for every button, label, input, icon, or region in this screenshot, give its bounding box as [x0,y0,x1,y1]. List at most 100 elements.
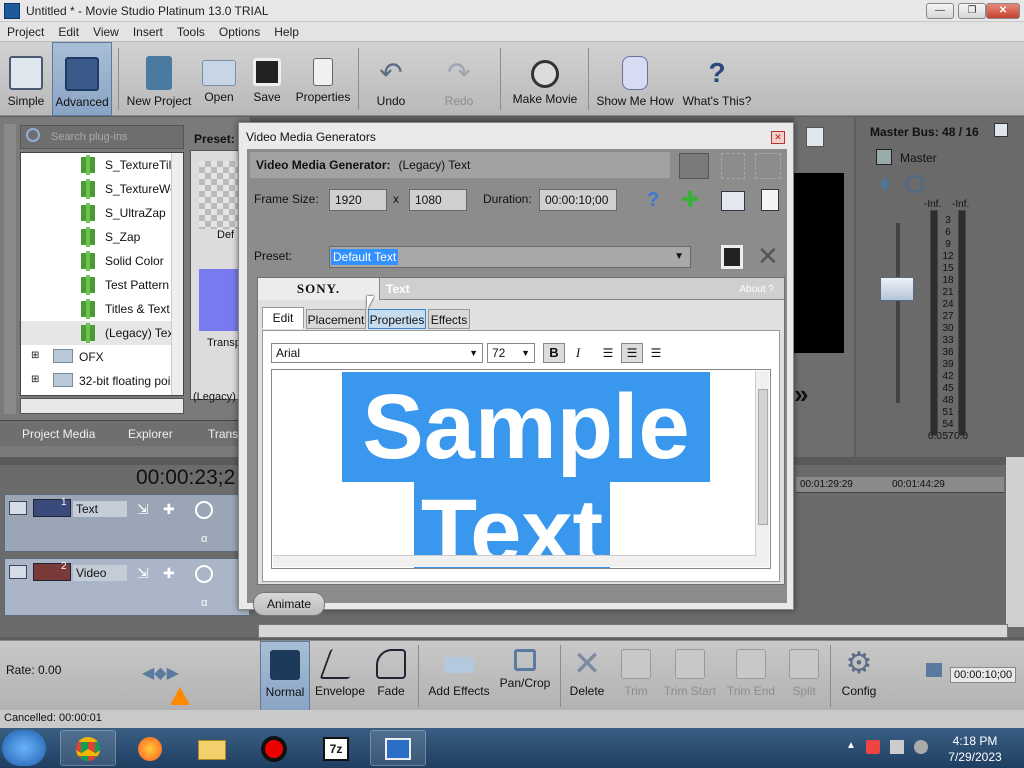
tree-scrollbar[interactable] [171,153,183,395]
font-size-dropdown[interactable]: 72 ▼ [487,343,535,363]
track-alpha-icon[interactable]: α [201,533,207,545]
start-button[interactable] [2,730,46,766]
track-name[interactable]: Video [73,565,127,581]
master-bus-menu-icon[interactable] [994,123,1008,137]
layout-view-3-icon[interactable] [755,153,781,179]
insert-fx-icon[interactable]: ✚ [878,175,898,194]
dialog-close-button[interactable]: ✕ [771,131,785,144]
shuttle-icon[interactable]: ◀◆▶ [142,663,179,683]
properties-page-icon[interactable] [761,189,779,211]
scroll-thumb[interactable] [758,389,768,525]
tab-effects[interactable]: Effects [428,309,470,329]
tree-item-s-texturetile[interactable]: S_TextureTile [21,153,178,177]
text-canvas[interactable]: Sample Text [271,369,771,569]
expand-icon[interactable]: ⊞ [31,350,39,361]
copy-snapshot-icon[interactable] [806,127,824,147]
master-fader[interactable] [880,277,914,301]
menu-view[interactable]: View [86,22,126,39]
tab-transitions[interactable]: Transi [208,427,241,441]
advanced-button[interactable]: Advanced [52,42,112,116]
tree-folder-32-bit[interactable]: ⊞ 32-bit floating point [21,369,180,393]
trim-start-button[interactable]: Trim Start [662,641,718,711]
pane-gripper[interactable] [4,124,16,414]
help-icon[interactable]: ? [647,189,659,212]
chain-icon[interactable] [721,191,745,211]
chrome-taskbar-icon[interactable] [60,730,116,766]
envelope-button[interactable]: Envelope [314,641,366,711]
menu-edit[interactable]: Edit [51,22,86,39]
save-preset-icon[interactable] [721,245,743,269]
redo-button[interactable]: ↷ Redo [438,42,480,116]
about-link[interactable]: About ? [740,284,774,295]
rate-slider-thumb[interactable] [170,687,190,705]
menu-project[interactable]: Project [0,22,51,39]
tray-volume-icon[interactable] [914,740,928,754]
trim-end-button[interactable]: Trim End [724,641,778,711]
frame-width-input[interactable]: 1920 [329,189,387,211]
track-text[interactable]: 1 Text ⇲ ✚ α [4,494,250,552]
show-me-how-button[interactable]: Show Me How [594,42,676,116]
maximize-button[interactable]: ❐ [958,3,986,19]
new-project-button[interactable]: New Project [124,42,194,116]
tree-item-s-zap[interactable]: S_Zap [21,225,171,249]
delete-button[interactable]: ✕ Delete [566,641,608,711]
normal-edit-button[interactable]: Normal [260,641,310,711]
add-effects-button[interactable]: Add Effects [426,641,492,711]
italic-button[interactable]: I [567,343,589,363]
menu-tools[interactable]: Tools [170,22,212,39]
tab-project-media[interactable]: Project Media [22,427,95,441]
tray-network-icon[interactable] [890,740,904,754]
make-movie-button[interactable]: Make Movie [508,42,582,116]
track-mute-icon[interactable] [195,565,213,583]
7zip-taskbar-icon[interactable]: 7z [308,730,364,766]
firefox-taskbar-icon[interactable] [122,730,178,766]
track-mute-icon[interactable] [195,501,213,519]
align-left-icon[interactable]: ☰ [597,343,619,363]
undo-button[interactable]: ↶ Undo [370,42,412,116]
canvas-hscrollbar[interactable] [273,555,757,567]
align-right-icon[interactable]: ☰ [645,343,667,363]
add-plugin-icon[interactable]: ✚ [681,187,699,213]
tab-explorer[interactable]: Explorer [128,427,173,441]
tab-edit[interactable]: Edit [262,307,304,329]
expand-icon[interactable]: ⊞ [31,374,39,385]
align-center-icon[interactable]: ☰ [621,343,643,363]
layout-view-1-icon[interactable] [679,153,709,179]
track-alpha-icon[interactable]: α [201,597,207,609]
simple-button[interactable]: Simple [4,42,48,116]
menu-options[interactable]: Options [212,22,267,39]
open-button[interactable]: Open [200,42,238,116]
properties-button[interactable]: Properties [294,42,352,116]
track-motion-icon[interactable]: ⇲ [137,565,149,582]
track-name[interactable]: Text [73,501,127,517]
duration-input[interactable]: 00:00:10;00 [539,189,617,211]
trim-button[interactable]: Trim [614,641,658,711]
fade-button[interactable]: Fade [370,641,412,711]
timeline-hscrollbar[interactable] [258,624,1008,638]
play-next-icon[interactable]: » [794,379,808,410]
movie-studio-taskbar-icon[interactable] [370,730,426,766]
track-fx-icon[interactable]: ✚ [163,565,175,582]
animate-button[interactable]: Animate [253,592,325,616]
mute-icon[interactable] [906,175,924,193]
layout-view-2-icon[interactable] [721,153,745,179]
delete-preset-icon[interactable]: ✕ [757,241,779,272]
minimize-button[interactable]: — [926,3,954,19]
tree-item-legacy-text[interactable]: (Legacy) Text [21,321,177,345]
track-expand-icon[interactable] [9,501,27,515]
track-motion-icon[interactable]: ⇲ [137,501,149,518]
split-button[interactable]: Split [782,641,826,711]
tree-item-s-textureweave[interactable]: S_TextureWeave [21,177,183,201]
config-button[interactable]: ⚙ Config [836,641,882,711]
timeline-vscrollbar[interactable] [1006,457,1024,627]
tray-expand-icon[interactable]: ▲ [846,740,856,751]
recorder-taskbar-icon[interactable] [246,730,302,766]
tray-flag-icon[interactable] [866,740,880,754]
canvas-vscrollbar[interactable] [755,371,769,567]
track-fx-icon[interactable]: ✚ [163,501,175,518]
tree-item-titles-text[interactable]: Titles & Text [21,297,171,321]
pan-crop-button[interactable]: Pan/Crop [496,641,554,711]
tree-item-solid-color[interactable]: Solid Color [21,249,171,273]
taskbar-clock[interactable]: 4:18 PM 7/29/2023 [940,733,1010,765]
menu-insert[interactable]: Insert [126,22,170,39]
